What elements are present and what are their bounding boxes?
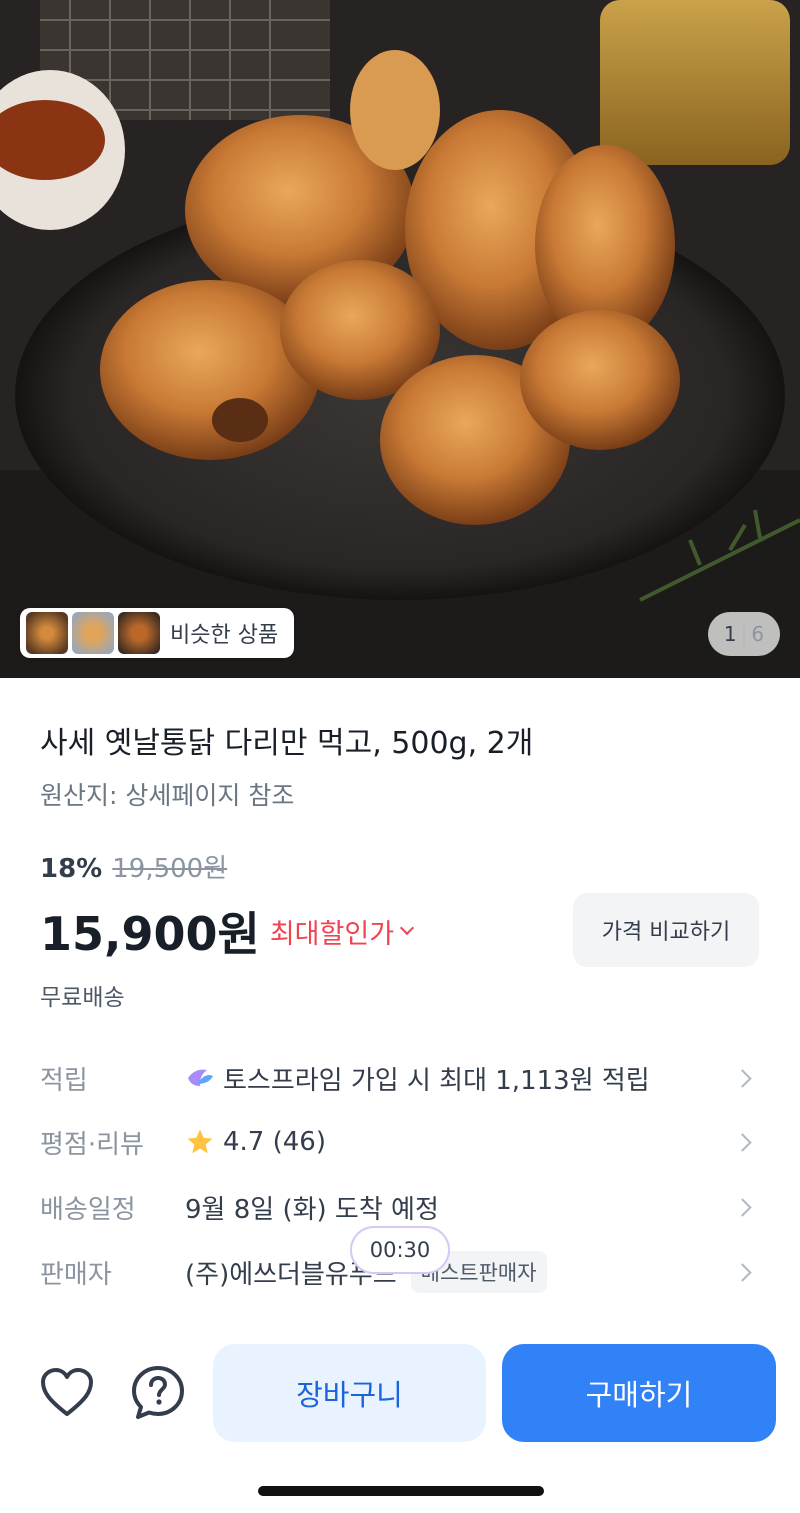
- bottom-action-bar: 장바구니 구매하기: [0, 1338, 800, 1448]
- pager-separator: |: [740, 622, 748, 646]
- product-title: 사세 옛날통닭 다리만 먹고, 500g, 2개: [40, 726, 534, 761]
- image-pager: 1 | 6: [708, 612, 780, 656]
- fried-chicken-photo: [0, 0, 800, 678]
- chevron-down-icon: [399, 920, 415, 936]
- similar-products-button[interactable]: 비슷한 상품: [20, 608, 295, 658]
- pager-total: 6: [751, 622, 765, 646]
- similar-products-label: 비슷한 상품: [170, 623, 279, 648]
- inquiry-button[interactable]: [128, 1362, 188, 1422]
- product-image[interactable]: 비슷한 상품 1 | 6: [0, 0, 800, 678]
- points-label: 적립: [40, 1065, 88, 1096]
- star-icon: [187, 1129, 213, 1154]
- seller-label: 판매자: [40, 1259, 112, 1290]
- product-origin: 원산지: 상세페이지 참조: [40, 781, 295, 810]
- delivery-label: 배송일정: [40, 1194, 136, 1225]
- buy-now-button[interactable]: 구매하기: [502, 1344, 776, 1442]
- info-row-points[interactable]: 적립 토스프라임 가입 시 최대 1,113원 적립: [0, 1050, 800, 1106]
- sale-price: 15,900원: [40, 907, 260, 961]
- points-value-group: 토스프라임 가입 시 최대 1,113원 적립: [185, 1060, 650, 1097]
- rating-value: 4.7 (46): [223, 1127, 326, 1157]
- info-row-rating[interactable]: 평점·리뷰 4.7 (46): [0, 1114, 800, 1170]
- similar-thumbnail: [72, 612, 114, 654]
- add-to-cart-button[interactable]: 장바구니: [213, 1344, 486, 1442]
- similar-thumbnail: [118, 612, 160, 654]
- shipping-info: 무료배송: [40, 985, 125, 1011]
- original-price: 19,500원: [112, 854, 228, 884]
- home-indicator: [258, 1486, 544, 1496]
- wishlist-button[interactable]: [37, 1362, 97, 1422]
- chevron-right-icon: [733, 1262, 752, 1282]
- discount-row: 18% 19,500원: [40, 848, 227, 885]
- delivery-value: 9월 8일 (화) 도착 예정: [185, 1194, 439, 1225]
- chevron-right-icon: [733, 1132, 752, 1152]
- pager-current: 1: [723, 622, 737, 646]
- rating-value-group: 4.7 (46): [185, 1127, 326, 1157]
- chevron-right-icon: [733, 1197, 752, 1217]
- timer-overlay[interactable]: 00:30: [350, 1226, 450, 1274]
- compare-price-button[interactable]: 가격 비교하기: [573, 893, 759, 967]
- toss-prime-icon: [188, 1069, 213, 1086]
- rating-label: 평점·리뷰: [40, 1129, 144, 1160]
- points-value: 토스프라임 가입 시 최대 1,113원 적립: [223, 1065, 650, 1096]
- max-discount-toggle[interactable]: 최대할인가: [269, 912, 415, 951]
- similar-thumbnail: [26, 612, 68, 654]
- price-row: 15,900원 최대할인가: [40, 898, 415, 964]
- discount-rate: 18%: [40, 854, 103, 884]
- question-bubble-icon: [132, 1366, 184, 1419]
- max-discount-label: 최대할인가: [269, 918, 395, 950]
- similar-thumbnails: [26, 612, 160, 654]
- chevron-right-icon: [733, 1068, 752, 1088]
- heart-icon: [41, 1368, 93, 1416]
